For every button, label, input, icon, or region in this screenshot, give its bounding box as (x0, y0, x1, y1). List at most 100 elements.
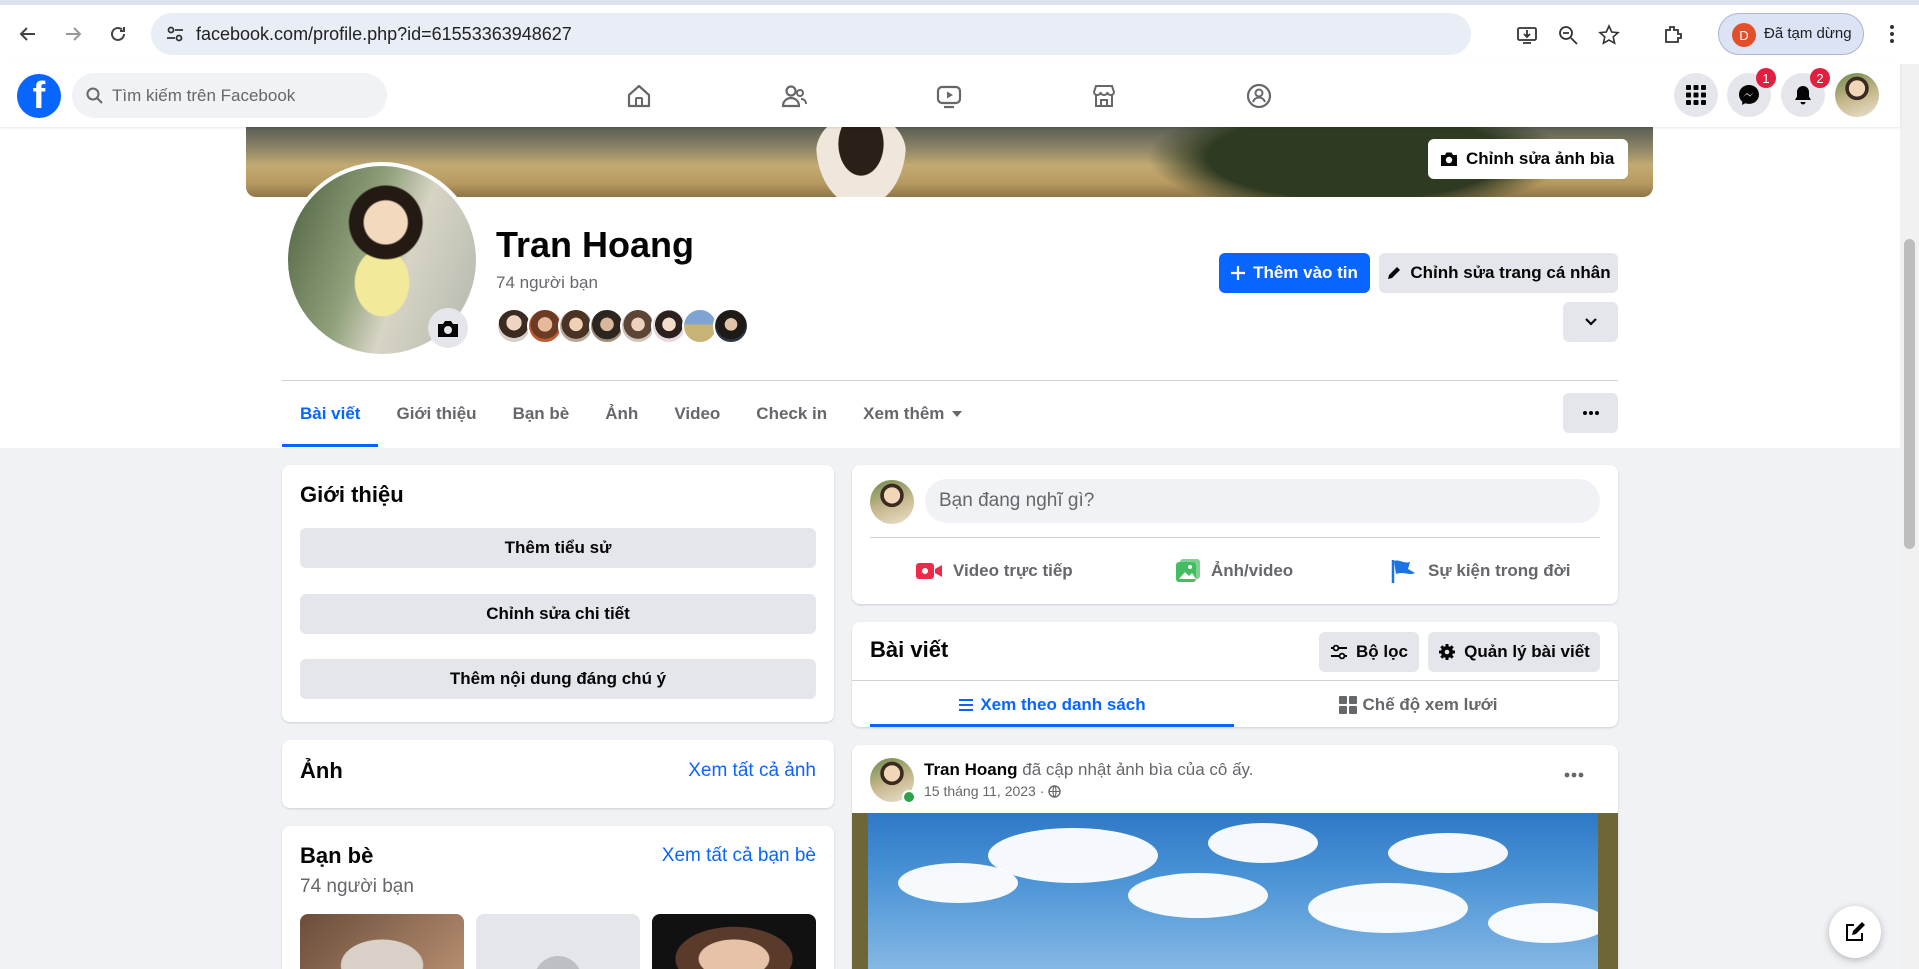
back-icon[interactable] (14, 20, 42, 48)
facebook-search[interactable] (72, 73, 387, 118)
friends-icon[interactable] (776, 78, 812, 114)
grid-view-icon (1338, 696, 1357, 714)
tab-label: Bài viết (300, 404, 361, 423)
filter-button[interactable]: Bộ lọc (1319, 632, 1419, 672)
browser-menu-icon[interactable] (1880, 20, 1904, 48)
menu-grid-button[interactable] (1674, 73, 1718, 117)
profile-more-button[interactable] (1563, 302, 1618, 342)
tab-checkins[interactable]: Check in (738, 381, 845, 447)
live-video-button[interactable]: Video trực tiếp (915, 551, 1073, 591)
watch-icon[interactable] (931, 78, 967, 114)
photos-title: Ảnh (300, 758, 343, 783)
home-icon[interactable] (621, 78, 657, 114)
add-to-story-label: Thêm vào tin (1253, 263, 1358, 282)
tab-friends[interactable]: Bạn bè (495, 381, 588, 447)
messenger-badge: 1 (1756, 68, 1776, 88)
friend-thumbnail[interactable] (300, 914, 464, 969)
tab-label: Giới thiệu (396, 404, 477, 423)
notifications-button[interactable]: 2 (1781, 68, 1830, 117)
profile-friends-count[interactable]: 74 người bạn (496, 273, 598, 293)
add-bio-button[interactable]: Thêm tiểu sử (300, 528, 816, 568)
life-event-button[interactable]: Sự kiện trong đời (1390, 551, 1570, 591)
tab-label: Bạn bè (512, 404, 570, 423)
zoom-icon[interactable] (1556, 23, 1580, 47)
friend-thumbnail[interactable] (652, 914, 816, 969)
friend-avatar[interactable] (713, 308, 749, 344)
filter-label: Bộ lọc (1356, 642, 1408, 661)
browser-profile-button[interactable]: D Đã tạm dừng (1718, 13, 1864, 55)
list-view-label: Xem theo danh sách (980, 695, 1146, 714)
extensions-icon[interactable] (1659, 20, 1687, 48)
search-input[interactable] (112, 73, 372, 118)
list-icon (959, 699, 974, 711)
page-scrollbar[interactable] (1900, 64, 1919, 969)
install-app-icon[interactable] (1515, 23, 1539, 47)
see-all-friends-link[interactable]: Xem tất cả bạn bè (662, 845, 816, 867)
edit-profile-button[interactable]: Chỉnh sửa trang cá nhân (1379, 253, 1618, 293)
composer-card: Bạn đang nghĩ gì? Video trực tiếp Ảnh/vi… (852, 465, 1618, 604)
post-author[interactable]: Tran Hoang (924, 760, 1018, 779)
more-dots-icon (1582, 411, 1599, 415)
search-icon (86, 87, 103, 104)
new-message-button[interactable] (1829, 906, 1881, 958)
list-view-tab[interactable]: Xem theo danh sách (870, 682, 1234, 728)
post-date[interactable]: 15 tháng 11, 2023 · (924, 783, 1044, 799)
profile-avatar: D (1732, 23, 1756, 47)
edit-cover-button[interactable]: Chỉnh sửa ảnh bìa (1428, 139, 1629, 179)
update-picture-button[interactable] (428, 308, 468, 348)
post-header-text: Tran Hoang đã cập nhật ảnh bìa của cô ấy… (924, 760, 1254, 780)
chevron-down-icon (1584, 318, 1597, 326)
manage-posts-button[interactable]: Quản lý bài viết (1428, 632, 1600, 672)
groups-icon[interactable] (1241, 78, 1277, 114)
default-avatar-icon (534, 956, 582, 969)
composer-input[interactable]: Bạn đang nghĩ gì? (925, 479, 1600, 523)
facebook-logo-icon[interactable]: f (17, 74, 61, 118)
friend-thumbnail[interactable] (476, 914, 640, 969)
caret-down-icon (952, 411, 963, 417)
photo-video-button[interactable]: Ảnh/video (1175, 551, 1293, 591)
live-video-label: Video trực tiếp (953, 561, 1073, 580)
friends-title: Bạn bè (300, 843, 374, 868)
reload-icon[interactable] (104, 20, 132, 48)
add-to-story-button[interactable]: Thêm vào tin (1219, 253, 1370, 293)
account-avatar[interactable] (1835, 73, 1879, 117)
grid-view-label: Chế độ xem lưới (1362, 695, 1498, 714)
cloud (988, 828, 1158, 883)
composer-avatar[interactable] (870, 480, 914, 524)
post-options-icon[interactable] (1564, 765, 1584, 783)
posts-title: Bài viết (870, 637, 949, 662)
tab-more[interactable]: Xem thêm (845, 381, 980, 447)
photo-icon (1176, 559, 1200, 582)
edit-details-button[interactable]: Chỉnh sửa chi tiết (300, 594, 816, 634)
scrollbar-thumb[interactable] (1904, 239, 1915, 549)
tab-videos[interactable]: Video (656, 381, 738, 447)
compose-icon (1846, 922, 1865, 941)
pencil-icon (1388, 267, 1401, 279)
tab-posts[interactable]: Bài viết (282, 381, 379, 447)
post-image[interactable] (868, 813, 1598, 969)
online-status-dot (902, 790, 916, 804)
manage-posts-label: Quản lý bài viết (1464, 642, 1590, 661)
grid-view-tab[interactable]: Chế độ xem lưới (1236, 682, 1600, 728)
intro-title: Giới thiệu (300, 482, 404, 507)
cloud (1388, 833, 1508, 873)
grid-icon (1686, 85, 1706, 105)
add-featured-button[interactable]: Thêm nội dung đáng chú ý (300, 659, 816, 699)
tab-about[interactable]: Giới thiệu (378, 381, 494, 447)
see-all-photos-link[interactable]: Xem tất cả ảnh (688, 760, 816, 782)
tabs-more-options-button[interactable] (1563, 393, 1618, 433)
browser-toolbar: facebook.com/profile.php?id=615533639486… (0, 0, 1919, 64)
post-action: đã cập nhật ảnh bìa của cô ấy. (1022, 760, 1254, 779)
messenger-button[interactable]: 1 (1727, 68, 1776, 117)
address-bar[interactable]: facebook.com/profile.php?id=615533639486… (151, 13, 1620, 55)
marketplace-icon[interactable] (1086, 78, 1122, 114)
bookmark-star-icon[interactable] (1597, 23, 1621, 47)
site-info-icon[interactable] (165, 24, 185, 44)
notifications-badge: 2 (1810, 68, 1830, 88)
profile-name: Tran Hoang (496, 224, 695, 265)
post-card: Tran Hoang đã cập nhật ảnh bìa của cô ấy… (852, 745, 1618, 969)
url-text[interactable]: facebook.com/profile.php?id=615533639486… (196, 24, 572, 45)
tab-label: Ảnh (605, 404, 639, 423)
forward-icon[interactable] (59, 20, 87, 48)
tab-photos[interactable]: Ảnh (587, 381, 656, 447)
